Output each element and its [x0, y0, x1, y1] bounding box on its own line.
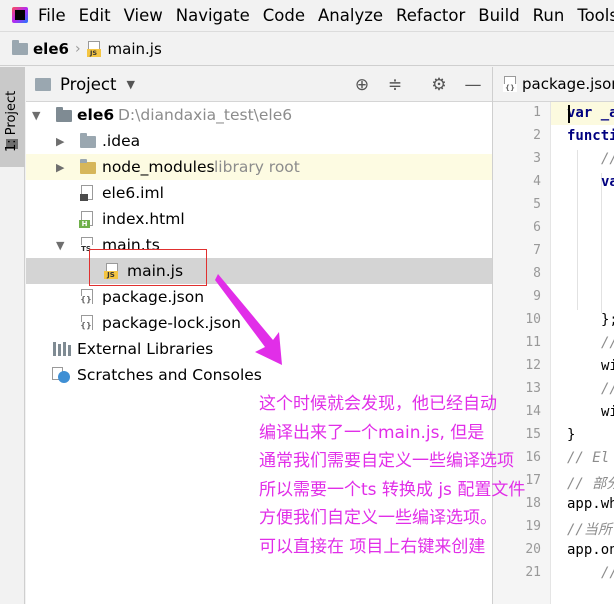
scratches-icon	[52, 367, 72, 384]
project-view-title[interactable]: Project	[60, 75, 116, 94]
json-file-icon: {}	[503, 76, 519, 92]
annotation-line: 可以直接在 项目上右键来创建	[259, 536, 486, 557]
code-line-10[interactable]: };	[601, 312, 614, 328]
folder-icon	[12, 39, 28, 55]
editor-tab-bar: {} package.json	[493, 67, 614, 102]
code-line-2[interactable]: functi	[567, 128, 614, 144]
annotation-line: 这个时候就会发现，他已经自动	[259, 394, 497, 414]
menu-view[interactable]: View	[124, 6, 163, 25]
tree-item-label: .idea	[102, 132, 141, 150]
project-tool-tab[interactable]: 1: Project	[0, 67, 25, 167]
line-number: 6	[533, 220, 541, 235]
library-icon	[53, 342, 71, 356]
tree-item-label: ele6	[77, 106, 115, 124]
line-number: 9	[533, 289, 541, 304]
annotation-line: 方便我们自定义一些编译选项。	[259, 508, 497, 529]
folder-icon	[80, 133, 96, 148]
tree-item-label: node_modules	[102, 158, 215, 176]
js-file-icon: JS	[86, 40, 103, 57]
menu-file[interactable]: File	[38, 6, 66, 25]
left-tool-stripe: 1: Project	[0, 67, 25, 604]
app-logo-icon	[12, 7, 28, 23]
menu-analyze[interactable]: Analyze	[318, 6, 383, 25]
code-line-11[interactable]: //	[601, 335, 614, 351]
code-line-12[interactable]: wi	[601, 358, 614, 374]
annotation-line: 通常我们需要自定义一些编译选项	[259, 451, 514, 472]
chevron-down-icon[interactable]: ▼	[126, 78, 134, 91]
menu-refactor[interactable]: Refactor	[396, 6, 465, 25]
gear-icon[interactable]: ⚙	[429, 75, 449, 95]
annotation-highlight-box	[89, 249, 207, 286]
menu-edit[interactable]: Edit	[79, 6, 111, 25]
line-number: 2	[533, 128, 541, 143]
hide-icon[interactable]: —	[463, 75, 483, 95]
tree-item-label: External Libraries	[77, 340, 214, 358]
indent-guide	[577, 150, 578, 310]
chevron-right-icon[interactable]: ▶	[56, 135, 64, 148]
folder-icon	[80, 159, 96, 174]
tree-item-hint: library root	[214, 158, 300, 176]
tree-item-ele6-iml[interactable]: ele6.iml	[26, 180, 492, 206]
line-number: 7	[533, 243, 541, 258]
folder-icon	[56, 107, 72, 122]
line-number: 1	[533, 105, 541, 120]
json-badge: {}	[80, 321, 92, 331]
chevron-down-icon[interactable]: ▼	[32, 109, 40, 122]
json-badge: {}	[80, 295, 92, 305]
menu-navigate[interactable]: Navigate	[176, 6, 250, 25]
menu-tools[interactable]: Tools	[577, 6, 614, 25]
annotation-text: 这个时候就会发现，他已经自动 编译出来了一个main.js, 但是 通常我们需要…	[259, 390, 599, 562]
code-line-13[interactable]: //	[601, 381, 614, 397]
code-line-3[interactable]: //	[601, 151, 614, 167]
line-number: 4	[533, 174, 541, 189]
line-number: 12	[525, 358, 541, 373]
chevron-right-icon[interactable]: ▶	[56, 161, 64, 174]
indent-guide	[601, 173, 602, 313]
line-number: 8	[533, 266, 541, 281]
folder-icon	[35, 78, 51, 91]
line-number: 5	[533, 197, 541, 212]
breadcrumb: ele6 › JS main.js	[0, 31, 614, 66]
chevron-right-icon: ›	[74, 40, 81, 57]
line-number: 11	[525, 335, 541, 350]
tree-item-node-modules[interactable]: ▶ node_modules library root	[26, 154, 492, 180]
project-panel-header: Project ▼ ⊕ ≑ ⚙ —	[26, 67, 492, 102]
menu-bar: File Edit View Navigate Code Analyze Ref…	[0, 0, 614, 30]
tree-item-label: index.html	[102, 210, 185, 228]
code-line-14[interactable]: wi	[601, 404, 614, 420]
tree-item-idea[interactable]: ▶ .idea	[26, 128, 492, 154]
iml-badge	[80, 194, 88, 201]
annotation-line: 编译出来了一个main.js, 但是	[259, 422, 485, 443]
menu-build[interactable]: Build	[478, 6, 519, 25]
code-line-4[interactable]: va	[601, 174, 614, 190]
editor-tab-package-json[interactable]: package.json	[522, 75, 614, 93]
tree-item-ele6[interactable]: ▼ ele6 D:\diandaxia_test\ele6	[26, 102, 492, 128]
line-number: 10	[525, 312, 541, 327]
annotation-arrow-icon	[215, 274, 282, 365]
locate-icon[interactable]: ⊕	[352, 75, 372, 95]
tree-item-label: ele6.iml	[102, 184, 164, 202]
line-number: 21	[525, 565, 541, 580]
code-line-1[interactable]: var _a	[567, 105, 614, 121]
text-caret	[568, 105, 570, 123]
collapse-all-icon[interactable]: ≑	[385, 75, 405, 95]
annotation-line: 所以需要一个ts 转换成 js 配置文件	[259, 479, 526, 500]
tree-item-label: package.json	[102, 288, 205, 306]
line-number: 3	[533, 151, 541, 166]
breadcrumb-file[interactable]: main.js	[108, 40, 162, 58]
code-line-21[interactable]: //	[601, 565, 614, 581]
menu-run[interactable]: Run	[533, 6, 565, 25]
html-badge: H	[79, 220, 90, 228]
menu-code[interactable]: Code	[263, 6, 305, 25]
tree-item-path: D:\diandaxia_test\ele6	[118, 106, 293, 124]
breadcrumb-project[interactable]: ele6	[33, 40, 69, 58]
tree-item-index-html[interactable]: H index.html	[26, 206, 492, 232]
chevron-down-icon[interactable]: ▼	[56, 239, 64, 252]
project-tool-tab-label: 1: Project	[4, 90, 19, 152]
